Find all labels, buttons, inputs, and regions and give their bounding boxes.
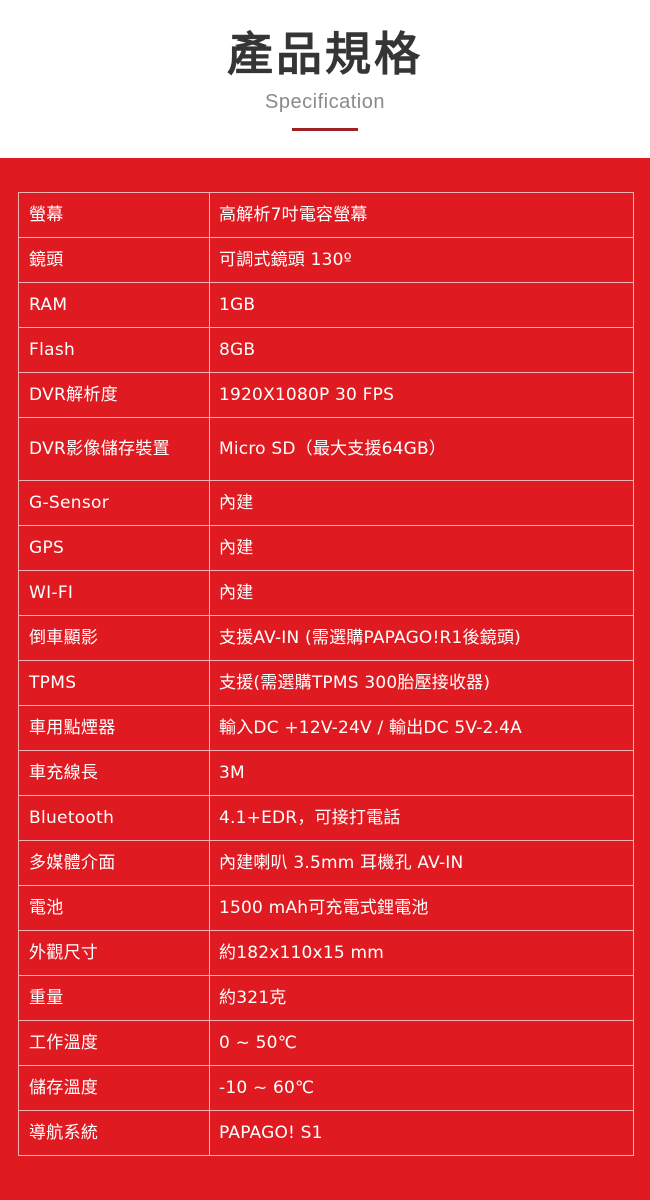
spec-label: RAM [18,282,210,328]
spec-label: 工作溫度 [18,1020,210,1066]
table-row: Bluetooth 4.1+EDR，可接打電話 [18,795,634,841]
spec-value: 內建 [209,480,634,526]
table-row: 車用點煙器 輸入DC +12V-24V / 輸出DC 5V-2.4A [18,705,634,751]
spec-label: 螢幕 [18,192,210,238]
table-row: 工作溫度 0 ~ 50℃ [18,1020,634,1066]
spec-value: 約321克 [209,975,634,1021]
table-row: 電池 1500 mAh可充電式鋰電池 [18,885,634,931]
spec-label: 外觀尺寸 [18,930,210,976]
spec-value: 支援AV-IN (需選購PAPAGO!R1後鏡頭) [209,615,634,661]
spec-value: 內建 [209,570,634,616]
spec-value: 支援(需選購TPMS 300胎壓接收器) [209,660,634,706]
spec-label: Flash [18,327,210,373]
spec-value: 可調式鏡頭 130º [209,237,634,283]
spec-label: 重量 [18,975,210,1021]
spec-label: 儲存溫度 [18,1065,210,1111]
table-row: DVR影像儲存裝置 Micro SD（最大支援64GB） [18,417,634,481]
table-row: GPS 內建 [18,525,634,571]
spec-label: 多媒體介面 [18,840,210,886]
specification-table-body: 螢幕 高解析7吋電容螢幕 鏡頭 可調式鏡頭 130º RAM 1GB Flash 8GB DVR… [18,192,634,1156]
table-row: 螢幕 高解析7吋電容螢幕 [18,192,634,238]
table-row: 多媒體介面 內建喇叭 3.5mm 耳機孔 AV-IN [18,840,634,886]
specification-band: 螢幕 高解析7吋電容螢幕 鏡頭 可調式鏡頭 130º RAM 1GB Flash 8GB DVR… [0,158,650,1200]
table-row: 倒車顯影 支援AV-IN (需選購PAPAGO!R1後鏡頭) [18,615,634,661]
spec-label: DVR影像儲存裝置 [18,417,210,481]
spec-value: 內建喇叭 3.5mm 耳機孔 AV-IN [209,840,634,886]
table-row: 鏡頭 可調式鏡頭 130º [18,237,634,283]
page-subtitle: Specification [265,91,385,113]
spec-label: 電池 [18,885,210,931]
spec-label: 倒車顯影 [18,615,210,661]
table-row: 重量 約321克 [18,975,634,1021]
spec-value: -10 ~ 60℃ [209,1065,634,1111]
spec-label: WI-FI [18,570,210,616]
table-row: G-Sensor 內建 [18,480,634,526]
specification-page: 產品規格 Specification 螢幕 高解析7吋電容螢幕 鏡頭 可調式鏡頭 13… [0,0,650,1200]
page-header: 產品規格 Specification [0,0,650,158]
spec-label: G-Sensor [18,480,210,526]
table-row: TPMS 支援(需選購TPMS 300胎壓接收器) [18,660,634,706]
spec-label: 車充線長 [18,750,210,796]
spec-label: 鏡頭 [18,237,210,283]
spec-value: 輸入DC +12V-24V / 輸出DC 5V-2.4A [209,705,634,751]
spec-label: GPS [18,525,210,571]
spec-value: 4.1+EDR，可接打電話 [209,795,634,841]
table-row: RAM 1GB [18,282,634,328]
table-row: 車充線長 3M [18,750,634,796]
spec-label: 導航系統 [18,1110,210,1156]
specification-table: 螢幕 高解析7吋電容螢幕 鏡頭 可調式鏡頭 130º RAM 1GB Flash 8GB DVR… [18,192,634,1156]
spec-value: 約182x110x15 mm [209,930,634,976]
table-row: 儲存溫度 -10 ~ 60℃ [18,1065,634,1111]
spec-value: 高解析7吋電容螢幕 [209,192,634,238]
spec-value: 內建 [209,525,634,571]
table-row: WI-FI 內建 [18,570,634,616]
spec-value: 1500 mAh可充電式鋰電池 [209,885,634,931]
spec-label: DVR解析度 [18,372,210,418]
spec-value: Micro SD（最大支援64GB） [209,417,634,481]
spec-value: PAPAGO! S1 [209,1110,634,1156]
title-divider [292,128,358,131]
spec-label: 車用點煙器 [18,705,210,751]
table-row: Flash 8GB [18,327,634,373]
table-row: 導航系統 PAPAGO! S1 [18,1110,634,1156]
spec-label: TPMS [18,660,210,706]
spec-label: Bluetooth [18,795,210,841]
spec-value: 3M [209,750,634,796]
spec-value: 8GB [209,327,634,373]
page-title: 產品規格 [227,27,423,81]
table-row: 外觀尺寸 約182x110x15 mm [18,930,634,976]
spec-value: 1GB [209,282,634,328]
spec-value: 1920X1080P 30 FPS [209,372,634,418]
spec-value: 0 ~ 50℃ [209,1020,634,1066]
table-row: DVR解析度 1920X1080P 30 FPS [18,372,634,418]
